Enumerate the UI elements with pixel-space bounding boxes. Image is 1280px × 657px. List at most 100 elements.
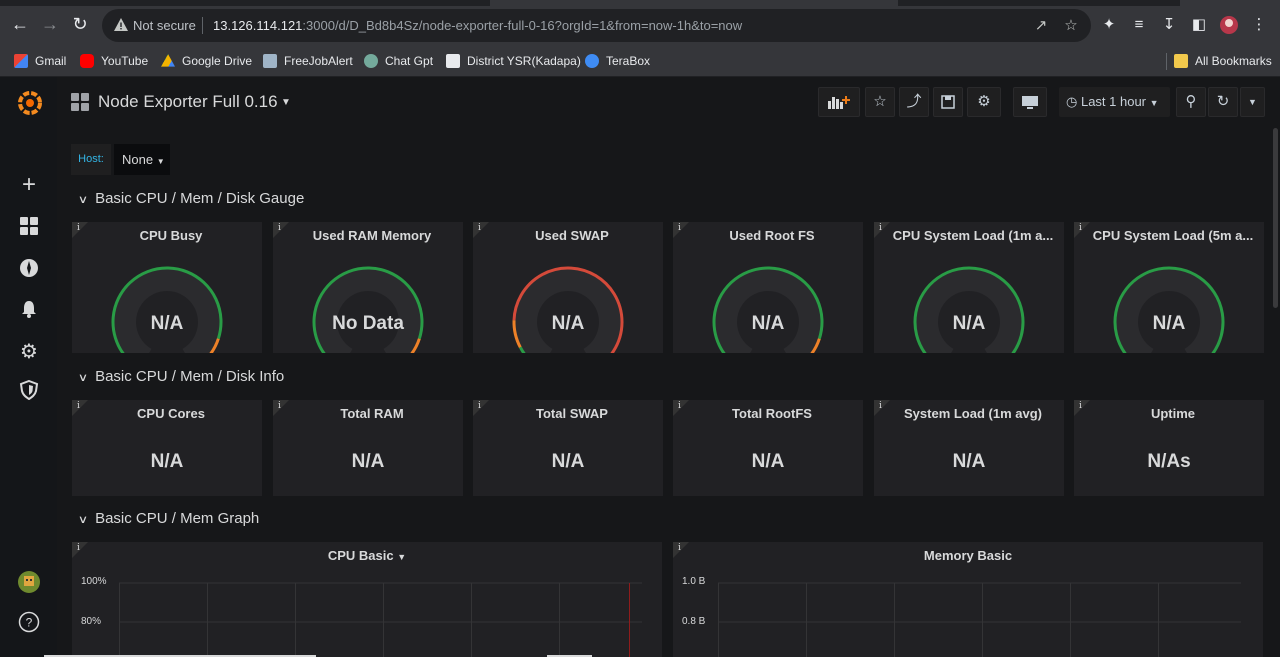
back-icon[interactable]: ← [9, 13, 31, 35]
stat-panel[interactable]: i System Load (1m avg) N/A [874, 400, 1064, 496]
bookmark-google-drive[interactable]: Google Drive [161, 52, 252, 70]
url-text[interactable]: 13.126.114.121:3000/d/D_Bd8b4Sz/node-exp… [213, 18, 742, 33]
stat-panel[interactable]: i Total RootFS N/A [673, 400, 863, 496]
stat-value: N/A [952, 451, 986, 472]
cycle-view-mode-button[interactable] [1013, 87, 1047, 117]
bookmark-terabox[interactable]: TeraBox [585, 52, 650, 70]
folder-icon [1174, 54, 1188, 68]
stat-panel[interactable]: i Total RAM N/A [273, 400, 463, 496]
chatgpt-icon [364, 54, 378, 68]
stat-value: N/A [751, 451, 785, 472]
stat-panel[interactable]: i Uptime N/As [1074, 400, 1264, 496]
star-dashboard-button[interactable]: ☆ [865, 87, 895, 117]
chevron-down-icon: ∨ [77, 372, 89, 384]
terabox-icon [585, 54, 599, 68]
profile-avatar[interactable] [1219, 15, 1239, 35]
warning-icon [114, 18, 128, 31]
graph-panel-cpu-basic[interactable]: i CPU Basic ▼ 100% 80% [72, 542, 662, 657]
refresh-interval-dropdown[interactable]: ▼ [1240, 87, 1265, 117]
page-scrollbar[interactable] [1273, 128, 1278, 308]
gauge-panel[interactable]: i CPU System Load (1m a... N/A [874, 222, 1064, 353]
server-admin-shield-icon[interactable] [17, 379, 41, 404]
panel-info-corner [673, 400, 689, 416]
panel-title[interactable]: System Load (1m avg) [892, 406, 1054, 421]
share-icon[interactable]: ↗ [1032, 17, 1050, 35]
gauge-panel[interactable]: i Used SWAP N/A [473, 222, 663, 353]
stat-value: N/As [1147, 451, 1191, 472]
address-bar[interactable]: Not secure 13.126.114.121:3000/d/D_Bd8b4… [102, 9, 1091, 42]
share-dashboard-button[interactable]: ⤴ [899, 87, 929, 117]
gauge-panel[interactable]: i Used Root FS N/A [673, 222, 863, 353]
info-icon[interactable]: i [278, 401, 281, 411]
gauge-panel[interactable]: i Used RAM Memory No Data [273, 222, 463, 353]
help-icon[interactable]: ? [17, 611, 41, 635]
grafana-logo-icon[interactable] [17, 90, 42, 115]
zoom-out-button[interactable]: ⚲ [1176, 87, 1206, 117]
menu-kebab-icon[interactable]: ⋮ [1249, 15, 1269, 35]
user-avatar[interactable] [17, 570, 41, 594]
reading-list-icon[interactable]: ≡ [1129, 15, 1149, 35]
tab-strip-edge [898, 0, 1180, 6]
caret-down-icon: ▼ [1248, 97, 1257, 107]
save-dashboard-button[interactable] [933, 87, 963, 117]
panel-title[interactable]: Total RAM [291, 406, 453, 421]
graph-gridlines [718, 582, 1241, 657]
gauge-value: N/A [150, 313, 184, 334]
alerting-bell-icon[interactable] [17, 299, 41, 323]
row-header-info[interactable]: ∨ Basic CPU / Mem / Disk Info [77, 368, 284, 385]
zoom-out-icon: ⚲ [1185, 93, 1197, 110]
info-icon[interactable]: i [879, 401, 882, 411]
panel-title[interactable]: Uptime [1092, 406, 1254, 421]
bookmark-label: District YSR(Kadapa) [467, 54, 581, 68]
all-bookmarks[interactable]: All Bookmarks [1174, 52, 1272, 70]
panel-title[interactable]: Total SWAP [491, 406, 653, 421]
stat-panel[interactable]: i CPU Cores N/A [72, 400, 262, 496]
graph-panel-memory-basic[interactable]: i Memory Basic 1.0 B 0.8 B [673, 542, 1263, 657]
star-icon: ☆ [873, 93, 887, 110]
bookmark-youtube[interactable]: YouTube [80, 52, 148, 70]
panel-title[interactable]: Total RootFS [691, 406, 853, 421]
gmail-icon [14, 54, 28, 68]
side-panel-icon[interactable]: ◧ [1189, 15, 1209, 35]
refresh-button[interactable]: ↻ [1208, 87, 1238, 117]
info-icon[interactable]: i [478, 401, 481, 411]
configuration-gear-icon[interactable]: ⚙ [17, 340, 41, 364]
add-panel-button[interactable] [818, 87, 860, 117]
bookmark-freejobalert[interactable]: FreeJobAlert [263, 52, 353, 70]
forward-icon[interactable]: → [39, 13, 61, 35]
time-range-picker[interactable]: ◷ Last 1 hour ▼ [1059, 87, 1170, 117]
dashboard-title[interactable]: Node Exporter Full 0.16 [98, 92, 278, 112]
dashboards-icon[interactable] [17, 216, 41, 240]
host-variable-select[interactable]: None ▼ [114, 144, 170, 175]
gauge-value: N/A [1152, 313, 1186, 334]
gauge-panel[interactable]: i CPU System Load (5m a... N/A [1074, 222, 1264, 353]
district-icon [446, 54, 460, 68]
bookmark-district[interactable]: District YSR(Kadapa) [446, 52, 581, 70]
extensions-icon[interactable]: ✦ [1099, 15, 1119, 35]
gauge-value: N/A [551, 313, 585, 334]
drive-icon [161, 54, 175, 67]
info-icon[interactable]: i [678, 401, 681, 411]
bookmark-chatgpt[interactable]: Chat Gpt [364, 52, 433, 70]
caret-down-icon[interactable]: ▼ [281, 97, 291, 108]
row-header-gauge[interactable]: ∨ Basic CPU / Mem / Disk Gauge [78, 190, 305, 207]
stat-panel[interactable]: i Total SWAP N/A [473, 400, 663, 496]
bookmark-label: YouTube [101, 54, 149, 68]
reload-icon[interactable]: ↻ [69, 13, 91, 35]
security-label[interactable]: Not secure [133, 18, 196, 33]
time-range-label: Last 1 hour [1080, 94, 1147, 109]
gauge-panel[interactable]: i CPU Busy N/A [72, 222, 262, 353]
bookmark-label: Chat Gpt [385, 54, 434, 68]
settings-button[interactable]: ⚙ [967, 87, 1001, 117]
url-path: :3000/d/D_Bd8b4Sz/node-exporter-full-0-1… [302, 18, 743, 33]
download-icon[interactable]: ↧ [1159, 15, 1179, 35]
info-icon[interactable]: i [1079, 401, 1082, 411]
info-icon[interactable]: i [77, 401, 80, 411]
explore-compass-icon[interactable] [17, 258, 41, 282]
create-plus-icon[interactable]: + [17, 173, 41, 197]
star-icon[interactable]: ☆ [1062, 17, 1080, 35]
panel-title[interactable]: CPU Cores [90, 406, 252, 421]
bookmark-gmail[interactable]: Gmail [14, 52, 66, 70]
row-header-graph[interactable]: ∨ Basic CPU / Mem Graph [78, 510, 259, 527]
tab-strip-edge [0, 0, 490, 6]
